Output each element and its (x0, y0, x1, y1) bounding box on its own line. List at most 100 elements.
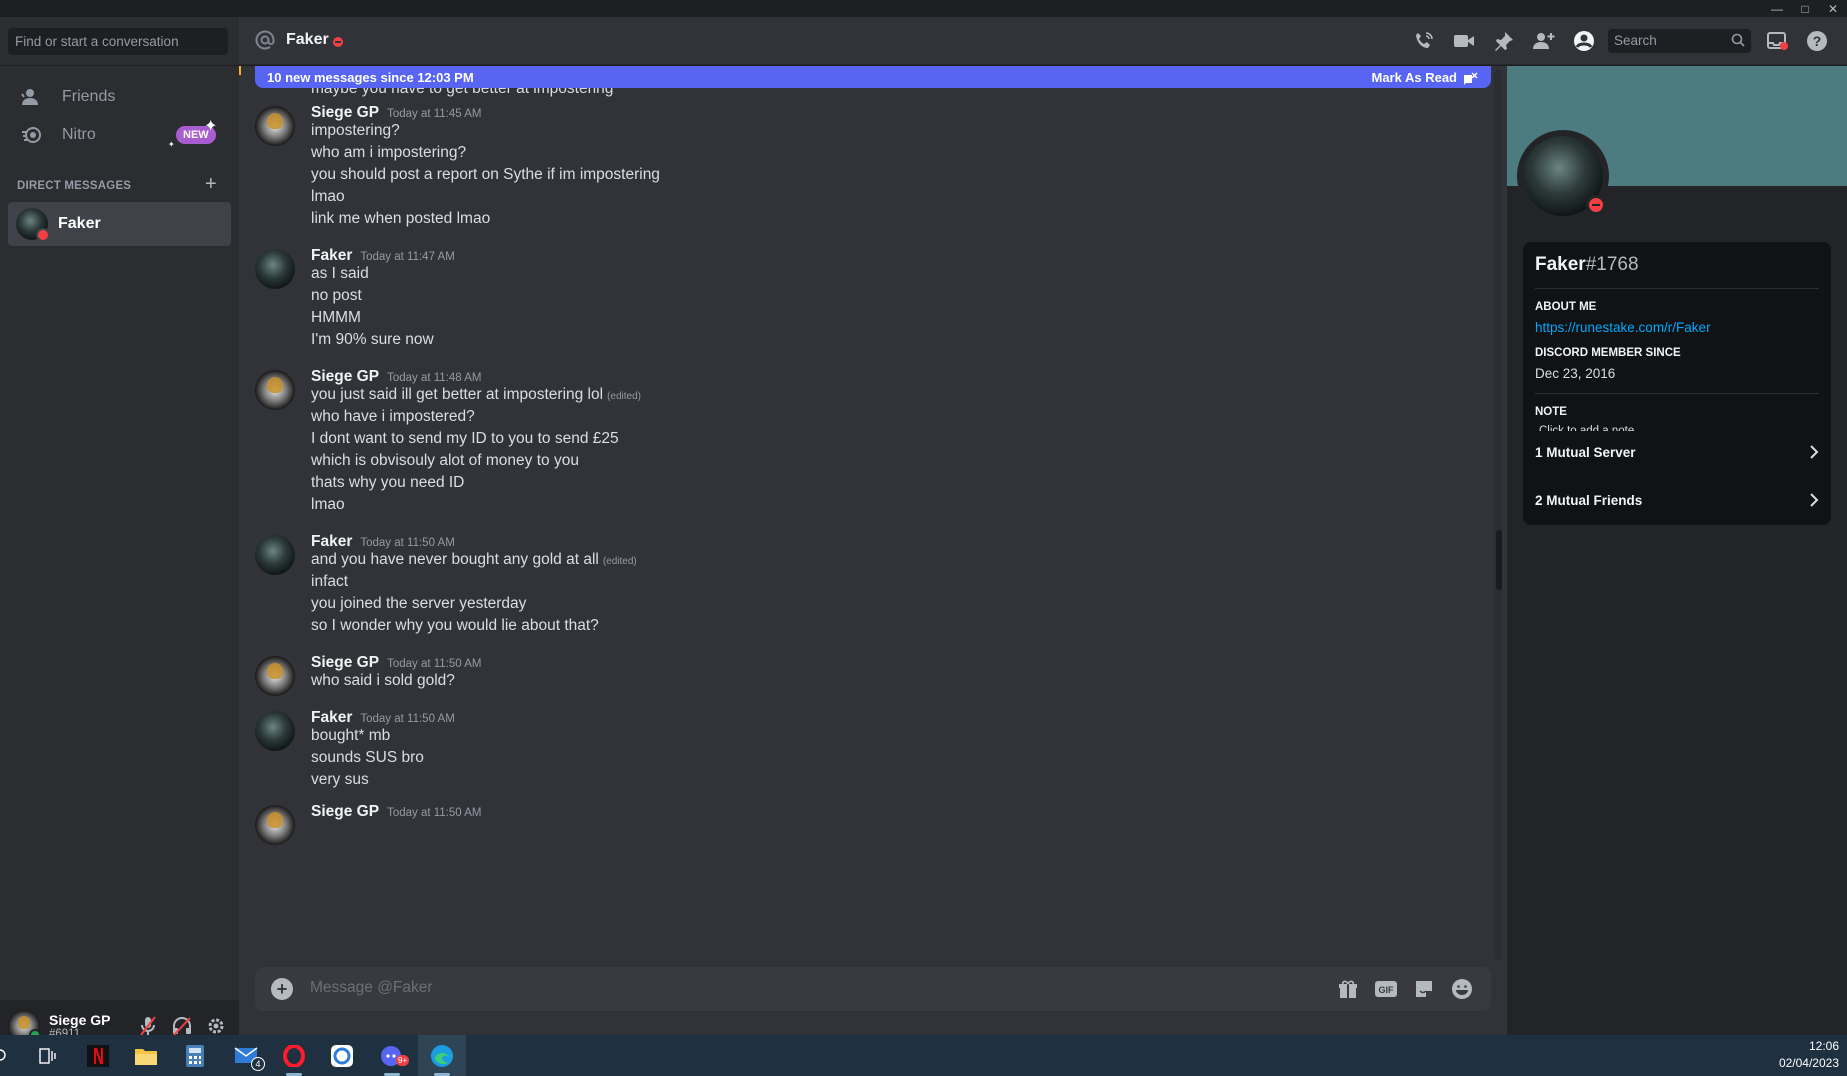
message-timestamp: Today at 11:45 AM (387, 108, 482, 120)
message-timestamp: Today at 11:50 AM (387, 658, 482, 670)
discord-icon[interactable]: 9+ (370, 1035, 414, 1076)
message-content: I dont want to send my ID to you to send… (311, 430, 619, 447)
video-call-icon[interactable] (1444, 26, 1484, 56)
message-text: infact (311, 573, 348, 591)
sticker-icon[interactable] (1405, 975, 1443, 1003)
message-timestamp: Today at 11:47 AM (360, 251, 455, 263)
avatar[interactable] (255, 106, 295, 146)
message-author[interactable]: Faker (311, 709, 352, 727)
avatar[interactable] (255, 249, 295, 289)
message-text: impostering? (311, 122, 400, 140)
avatar[interactable] (255, 656, 295, 696)
create-dm-icon[interactable]: + (205, 173, 217, 196)
gift-icon[interactable] (1329, 975, 1367, 1003)
message-content: so I wonder why you would lie about that… (311, 617, 599, 634)
search-input[interactable]: Search (1608, 29, 1751, 53)
message-text: you should post a report on Sythe if im … (311, 166, 660, 184)
message-author[interactable]: Siege GP (311, 803, 379, 821)
inbox-icon[interactable] (1757, 26, 1797, 56)
message-text: and you have never bought any gold at al… (311, 551, 637, 569)
app-icon[interactable] (320, 1035, 364, 1076)
minimize-icon[interactable]: — (1763, 0, 1791, 17)
message-header: Siege GP Today at 11:48 AM (311, 368, 481, 386)
new-messages-text: 10 new messages since 12:03 PM (267, 70, 474, 85)
taskbar-clock[interactable]: 12:06 02/04/2023 (1779, 1038, 1839, 1072)
dnd-status-icon (1586, 195, 1606, 215)
mail-icon[interactable]: 4 (225, 1035, 269, 1076)
dnd-status-icon (333, 37, 343, 47)
dm-item-faker[interactable]: Faker (8, 202, 231, 246)
add-friends-to-dm-icon[interactable] (1524, 26, 1564, 56)
chat-scrollbar-track[interactable] (1494, 70, 1502, 960)
edited-label: (edited) (607, 391, 641, 402)
os-taskbar: 4 9+ 12:06 02/04/2023 (0, 1035, 1847, 1076)
edited-label: (edited) (602, 556, 637, 567)
message-content: as I said (311, 265, 369, 282)
message-text: no post (311, 287, 362, 305)
message-text: link me when posted lmao (311, 210, 490, 228)
message-content: who said i sold gold? (311, 672, 455, 689)
message-text: I dont want to send my ID to you to send… (311, 430, 619, 448)
message-header: Faker Today at 11:50 AM (311, 533, 455, 551)
message-content: you joined the server yesterday (311, 595, 527, 612)
maximize-icon[interactable]: □ (1791, 0, 1819, 17)
friends-nav-item[interactable]: Friends (8, 76, 230, 118)
calculator-icon[interactable] (173, 1035, 217, 1076)
message-author[interactable]: Faker (311, 247, 352, 265)
pinned-messages-icon[interactable] (1484, 26, 1524, 56)
voice-call-icon[interactable] (1404, 26, 1444, 56)
message-author[interactable]: Faker (311, 533, 352, 551)
opera-icon[interactable] (272, 1035, 316, 1076)
message-content: you should post a report on Sythe if im … (311, 166, 660, 183)
edge-icon[interactable] (418, 1035, 466, 1076)
clock-date: 02/04/2023 (1778, 1056, 1839, 1070)
avatar[interactable] (255, 370, 295, 410)
task-view-icon[interactable] (26, 1035, 70, 1076)
chat-scrollbar-thumb[interactable] (1496, 530, 1502, 590)
mutual-friends-button[interactable]: 2 Mutual Friends (1523, 479, 1831, 525)
mutual-friends-label: 2 Mutual Friends (1535, 493, 1643, 508)
user-profile-panel: Faker#1768 ABOUT ME https://runestake.co… (1507, 66, 1847, 1035)
avatar[interactable] (255, 805, 295, 845)
clock-time: 12:06 (1808, 1039, 1839, 1053)
message-author[interactable]: Siege GP (311, 654, 379, 672)
file-explorer-icon[interactable] (124, 1035, 168, 1076)
message-text: who am i impostering? (311, 144, 466, 162)
gif-icon[interactable]: GIF (1367, 975, 1405, 1003)
close-icon[interactable]: ✕ (1819, 0, 1847, 17)
chevron-right-icon (1809, 493, 1819, 510)
divider (1535, 393, 1819, 394)
message-author[interactable]: Siege GP (311, 104, 379, 122)
mutual-servers-button[interactable]: 1 Mutual Server (1523, 431, 1831, 477)
netflix-icon[interactable] (76, 1035, 120, 1076)
message-content: impostering? (311, 122, 400, 139)
message-header: Faker Today at 11:47 AM (311, 247, 455, 265)
avatar (16, 208, 50, 242)
mark-as-read-button[interactable]: Mark As Read (1372, 70, 1480, 85)
help-icon[interactable]: ? (1797, 26, 1837, 56)
message-input[interactable]: Message @Faker (310, 979, 433, 997)
about-me-link[interactable]: https://runestake.com/r/Faker (1535, 320, 1819, 335)
user-profile-toggle-icon[interactable] (1564, 26, 1604, 56)
message-text: HMMM (311, 309, 361, 327)
message-content: HMMM (311, 309, 361, 326)
emoji-icon[interactable] (1443, 975, 1481, 1003)
nitro-nav-item[interactable]: Nitro NEW ✦ ✦ (8, 114, 230, 156)
mark-read-icon (1464, 71, 1478, 85)
search-taskbar-icon[interactable] (0, 1035, 16, 1076)
dm-sidebar: Find or start a conversation Friends Nit… (0, 17, 239, 1052)
channel-title[interactable]: Faker (286, 31, 329, 49)
message-text: thats why you need ID (311, 474, 464, 492)
message-content: you just said ill get better at imposter… (311, 386, 604, 403)
message-composer[interactable]: + Message @Faker GIF (255, 967, 1491, 1011)
message-timestamp: Today at 11:50 AM (360, 713, 455, 725)
message-content: lmao (311, 496, 345, 513)
avatar[interactable] (255, 711, 295, 751)
message-text: lmao (311, 496, 345, 514)
find-conversation-button[interactable]: Find or start a conversation (8, 28, 228, 55)
message-author[interactable]: Siege GP (311, 368, 379, 386)
message-content: I'm 90% sure now (311, 331, 434, 348)
upload-plus-icon[interactable]: + (271, 978, 293, 1000)
avatar[interactable] (255, 535, 295, 575)
new-messages-bar[interactable]: 10 new messages since 12:03 PM Mark As R… (255, 66, 1491, 88)
